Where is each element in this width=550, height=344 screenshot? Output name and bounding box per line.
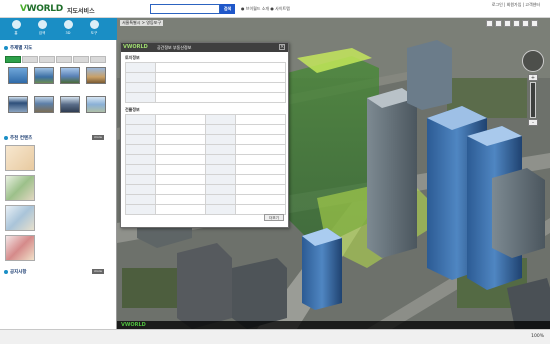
nav-tools[interactable]: 도구 [83, 20, 105, 38]
theme-tab[interactable] [22, 56, 38, 63]
theme-thumbnail[interactable] [8, 67, 28, 84]
theme-thumbnail[interactable] [86, 96, 106, 113]
property-info-popup: VWORLD 공간정보 부동산정보 × 토지정보 건물정보 더보기 [120, 42, 289, 228]
card-thumbnail [5, 235, 35, 261]
table-row [125, 204, 286, 215]
top-header: VWORLD 지도서비스 검색 ● 브이월드 소개 ● 사이트맵 로그인 | 회… [0, 0, 550, 18]
zoom-in-button[interactable]: + [528, 74, 538, 81]
bullet-icon [4, 135, 8, 140]
service-name: 지도서비스 [67, 8, 95, 15]
browser-status-bar: 100% [0, 329, 550, 344]
home-icon [11, 20, 21, 29]
land-info-title: 토지정보 [125, 55, 140, 60]
card-thumbnail [5, 205, 35, 231]
theme-thumbnail[interactable] [34, 67, 54, 84]
table-row [125, 134, 286, 145]
card-thumbnail [5, 175, 35, 201]
map-tool-button[interactable] [531, 20, 538, 27]
theme-tab[interactable] [39, 56, 55, 63]
table-row [125, 164, 286, 175]
zoom-slider[interactable] [530, 82, 536, 118]
theme-tab[interactable] [90, 56, 106, 63]
table-row [125, 92, 286, 103]
search-input[interactable] [150, 4, 220, 14]
table-row [125, 62, 286, 73]
notice-item[interactable] [6, 300, 110, 305]
section-recommended-title: 추천 컨텐츠 [4, 135, 32, 141]
popup-header: VWORLD 공간정보 부동산정보 × [121, 43, 288, 52]
theme-tab[interactable] [73, 56, 89, 63]
zoom-level[interactable]: 100% [531, 334, 544, 339]
land-info-table [125, 62, 286, 103]
table-row [125, 82, 286, 93]
compass-icon[interactable] [522, 50, 544, 72]
close-icon[interactable]: × [279, 44, 285, 50]
vworld-logo[interactable]: VWORLD [20, 4, 63, 14]
recommended-card[interactable] [5, 145, 107, 171]
nav-home[interactable]: 홈 [5, 20, 27, 38]
bullet-icon [4, 269, 8, 274]
theme-thumbnail[interactable] [60, 67, 80, 84]
footer-logo: VWORLD [121, 322, 146, 328]
map-breadcrumb[interactable]: 서울특별시 > 영등포구 [120, 20, 164, 26]
table-row [125, 72, 286, 83]
search-button[interactable]: 검색 [220, 4, 235, 14]
theme-tab[interactable] [5, 56, 21, 63]
search-icon [37, 20, 47, 29]
nav-search[interactable]: 검색 [31, 20, 53, 38]
notice-item[interactable] [6, 286, 110, 291]
table-row [125, 124, 286, 135]
card-thumbnail [5, 145, 35, 171]
nav-3d[interactable]: 3D [57, 20, 79, 38]
notice-more-button[interactable]: more [92, 269, 104, 274]
popup-more-button[interactable]: 더보기 [264, 214, 284, 221]
theme-thumbnail[interactable] [60, 96, 80, 113]
map-tool-button[interactable] [504, 20, 511, 27]
table-row [125, 114, 286, 125]
tools-icon [89, 20, 99, 29]
building-info-title: 건물정보 [125, 107, 140, 112]
globe-icon [63, 20, 73, 29]
theme-thumbnail[interactable] [34, 96, 54, 113]
notice-item[interactable] [6, 293, 110, 298]
sidebar-nav: 홈 검색 3D 도구 [0, 18, 117, 40]
map-tool-button[interactable] [522, 20, 529, 27]
recommended-more-button[interactable]: more [92, 135, 104, 140]
header-links[interactable]: ● 브이월드 소개 ● 사이트맵 [241, 6, 290, 12]
map-tool-button[interactable] [495, 20, 502, 27]
section-theme-maps-title: 주제별 지도 [4, 45, 32, 51]
table-row [125, 174, 286, 185]
notice-item[interactable] [6, 314, 110, 319]
popup-logo: VWORLD [123, 44, 148, 50]
map-footer: VWORLD [117, 321, 550, 329]
map-tool-button[interactable] [513, 20, 520, 27]
theme-tab[interactable] [56, 56, 72, 63]
zoom-out-button[interactable]: - [528, 119, 538, 126]
notice-item[interactable] [6, 307, 110, 312]
building-info-table [125, 114, 286, 215]
theme-thumbnail[interactable] [8, 96, 28, 113]
map-tool-button[interactable] [486, 20, 493, 27]
table-row [125, 184, 286, 195]
left-sidebar: 홈 검색 3D 도구 주제별 지도 추천 컨텐츠 more 공지사항 more [0, 18, 117, 329]
table-row [125, 194, 286, 205]
notice-item[interactable] [6, 279, 110, 284]
table-row [125, 144, 286, 155]
section-notice-title: 공지사항 [4, 269, 27, 275]
map-toolbar [486, 20, 546, 28]
recommended-card[interactable] [5, 205, 107, 231]
theme-tabs [5, 56, 107, 63]
bullet-icon [4, 45, 8, 50]
table-row [125, 154, 286, 165]
recommended-card[interactable] [5, 175, 107, 201]
popup-title: 공간정보 부동산정보 [157, 45, 192, 50]
theme-thumbnail[interactable] [86, 67, 106, 84]
header-user-links[interactable]: 로그인 | 회원가입 | 고객센터 [492, 2, 540, 8]
recommended-card[interactable] [5, 235, 107, 261]
